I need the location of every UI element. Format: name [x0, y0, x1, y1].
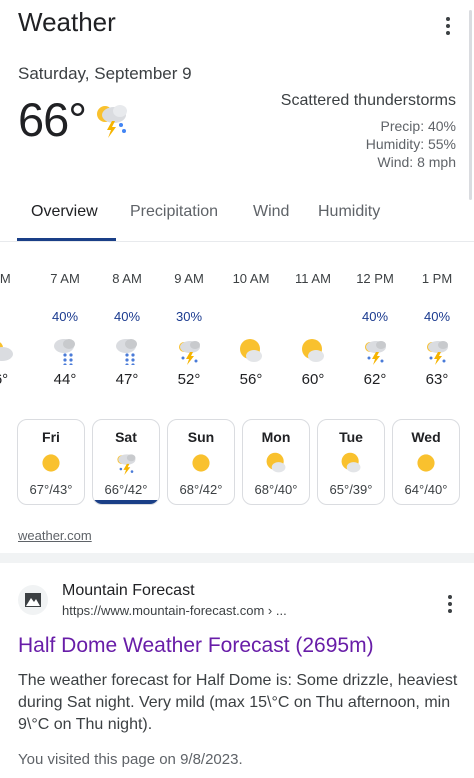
hourly-item: 8 AM 40% 47° — [96, 271, 158, 391]
tab-humidity[interactable]: Humidity — [318, 203, 380, 221]
tab-precipitation[interactable]: Precipitation — [130, 203, 218, 221]
mountain-favicon-icon — [18, 585, 48, 615]
result-title-link[interactable]: Half Dome Weather Forecast (2695m) — [18, 634, 374, 658]
hour-temperature: 62° — [363, 371, 387, 388]
hour-temperature: 56° — [239, 371, 263, 388]
sunny-icon — [39, 451, 63, 475]
more-options-icon[interactable] — [440, 14, 456, 38]
day-temp-range: 68°/42° — [179, 482, 223, 497]
thunderstorm-icon — [423, 337, 451, 365]
hour-time: 8 AM — [112, 271, 142, 286]
section-divider — [0, 553, 474, 563]
hourly-forecast[interactable]: AM 6° 7 AM 40% 44° 8 AM 40% 47° 9 AM 30% 52° 10 … — [0, 271, 474, 391]
hour-time: 11 AM — [295, 271, 331, 286]
day-card-wed[interactable]: Wed 64°/40° — [392, 419, 460, 505]
day-name: Tue — [339, 429, 363, 445]
selected-day-indicator — [93, 500, 159, 504]
hour-precip-chance: 40% — [361, 309, 389, 324]
current-condition: Scattered thunderstorms — [280, 92, 456, 109]
sunny-icon — [189, 451, 213, 475]
hour-temperature: 47° — [115, 371, 139, 388]
day-card-sat[interactable]: Sat 66°/42° — [92, 419, 160, 505]
hour-time: 1 PM — [421, 271, 453, 286]
thunderstorm-icon — [175, 337, 203, 365]
hour-precip-chance: 30% — [175, 309, 203, 324]
hour-temperature: 52° — [177, 371, 201, 388]
day-name: Mon — [261, 429, 291, 445]
scrollbar[interactable] — [469, 10, 472, 200]
day-card-fri[interactable]: Fri 67°/43° — [17, 419, 85, 505]
day-temp-range: 64°/40° — [404, 482, 448, 497]
result-site-name[interactable]: Mountain Forecast — [62, 582, 195, 600]
hour-time: 7 AM — [50, 271, 80, 286]
hourly-item: 12 PM 40% 62° — [344, 271, 406, 391]
hourly-item: 7 AM 40% 44° — [34, 271, 96, 391]
result-url[interactable]: https://www.mountain-forecast.com › ... — [62, 603, 287, 618]
wind-stat: Wind: 8 mph — [377, 154, 456, 170]
day-temp-range: 67°/43° — [29, 482, 73, 497]
visited-note: You visited this page on 9/8/2023. — [18, 751, 243, 768]
hour-temperature: 60° — [301, 371, 325, 388]
day-temp-range: 65°/39° — [329, 482, 373, 497]
current-date: Saturday, September 9 — [18, 64, 192, 83]
day-card-sun[interactable]: Sun 68°/42° — [167, 419, 235, 505]
partly-cloudy-icon — [0, 337, 15, 365]
day-card-mon[interactable]: Mon 68°/40° — [242, 419, 310, 505]
hourly-item: AM 6° — [0, 271, 32, 391]
partly-sunny-icon — [237, 337, 265, 365]
rain-icon — [51, 337, 79, 367]
hour-temperature: 44° — [53, 371, 77, 388]
current-temperature: 66° — [18, 93, 87, 146]
partly-sunny-icon — [264, 451, 288, 475]
day-name: Wed — [411, 429, 441, 445]
hour-time: 10 AM — [232, 271, 270, 286]
hour-temperature: 6° — [0, 371, 9, 388]
hour-time: 9 AM — [174, 271, 204, 286]
result-more-options-icon[interactable] — [442, 593, 458, 615]
hourly-item: 9 AM 30% 52° — [158, 271, 220, 391]
day-name: Sat — [115, 429, 137, 445]
thunderstorm-icon — [90, 97, 132, 139]
partly-sunny-icon — [339, 451, 363, 475]
thunderstorm-icon — [114, 451, 138, 475]
forecast-tabs: Overview Precipitation Wind Humidity — [0, 197, 474, 242]
hourly-item: 11 AM 60° — [282, 271, 344, 391]
precip-stat: Precip: 40% — [380, 118, 456, 134]
day-temp-range: 68°/40° — [254, 482, 298, 497]
day-name: Fri — [42, 429, 60, 445]
day-temp-range: 66°/42° — [104, 482, 148, 497]
hourly-item: 1 PM 40% 63° — [406, 271, 468, 391]
day-card-tue[interactable]: Tue 65°/39° — [317, 419, 385, 505]
day-name: Sun — [187, 429, 215, 445]
partly-sunny-icon — [299, 337, 327, 365]
hour-time: 12 PM — [356, 271, 394, 286]
tab-overview[interactable]: Overview — [31, 203, 98, 221]
active-tab-indicator — [17, 238, 116, 241]
sunny-icon — [414, 451, 438, 475]
hour-precip-chance: 40% — [423, 309, 451, 324]
tab-wind[interactable]: Wind — [253, 203, 289, 221]
hour-precip-chance: 40% — [113, 309, 141, 324]
result-snippet: The weather forecast for Half Dome is: S… — [18, 672, 458, 733]
hour-time: AM — [0, 271, 11, 286]
thunderstorm-icon — [361, 337, 389, 365]
hourly-item: 10 AM 56° — [220, 271, 282, 391]
source-link[interactable]: weather.com — [18, 528, 92, 543]
hour-temperature: 63° — [425, 371, 449, 388]
hour-precip-chance: 40% — [51, 309, 79, 324]
rain-icon — [113, 337, 141, 367]
app-title: Weather — [18, 7, 116, 37]
humidity-stat: Humidity: 55% — [365, 136, 456, 152]
